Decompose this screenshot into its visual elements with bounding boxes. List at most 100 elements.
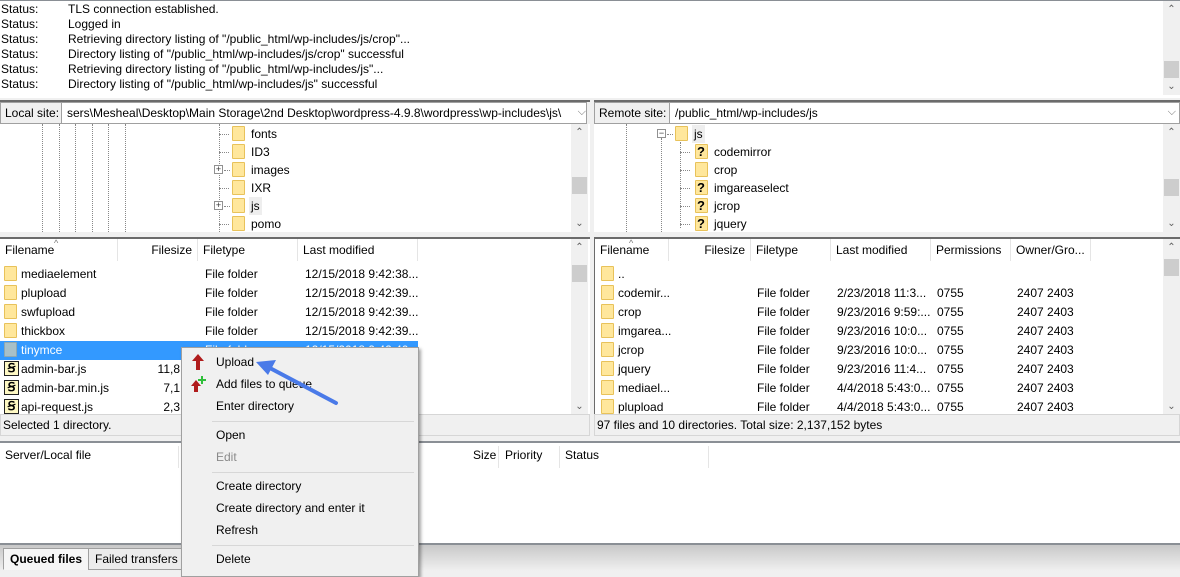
menu-item-upload[interactable]: Upload	[216, 351, 254, 373]
column-header-filesize[interactable]: Filesize	[118, 239, 198, 261]
folder-icon	[4, 304, 17, 319]
tree-node[interactable]: IXR	[219, 179, 339, 197]
file-row[interactable]: codemir... File folder 2/23/2018 11:3... 07…	[595, 284, 1163, 303]
menu-item-refresh[interactable]: Refresh	[216, 519, 258, 541]
scroll-up-icon[interactable]: ⌃	[571, 124, 588, 141]
message-log: Status: TLS connection established. Statu…	[0, 0, 1180, 98]
column-header-filename[interactable]: Filename ^	[0, 239, 118, 261]
local-path-input[interactable]: sers\Mesheal\Desktop\Main Storage\2nd De…	[61, 102, 587, 124]
menu-item-enter-directory[interactable]: Enter directory	[216, 395, 294, 417]
cell-perms: 0755	[937, 324, 964, 338]
tree-node[interactable]: imgareaselect	[680, 179, 830, 197]
tree-node[interactable]: + images	[214, 161, 334, 179]
tree-node[interactable]: ID3	[219, 143, 339, 161]
file-row[interactable]: ..	[595, 265, 1163, 284]
cell-type: File folder	[757, 362, 810, 376]
column-header-last-modified[interactable]: Last modified	[831, 239, 931, 261]
file-row[interactable]: crop File folder 9/23/2016 9:59:... 0755 240…	[595, 303, 1163, 322]
tree-node[interactable]: jquery	[680, 215, 830, 232]
file-row[interactable]: jquery File folder 9/23/2016 11:4... 0755 24…	[595, 360, 1163, 379]
column-header-permissions[interactable]: Permissions	[931, 239, 1011, 261]
scroll-down-icon[interactable]: ⌄	[1163, 215, 1180, 232]
tree-node-selected[interactable]: − js	[657, 125, 717, 143]
remote-tree-scrollbar[interactable]: ⌃ ⌄	[1163, 124, 1180, 232]
tree-node[interactable]: crop	[680, 161, 830, 179]
tree-node-selected[interactable]: + js	[214, 197, 334, 215]
cell-name: admin-bar.min.js	[21, 381, 110, 395]
tab-failed-transfers[interactable]: Failed transfers	[88, 548, 185, 570]
column-header-size[interactable]: Size	[473, 443, 496, 467]
remote-status-bar: 97 files and 10 directories. Total size:…	[594, 414, 1180, 436]
scroll-thumb[interactable]	[572, 177, 587, 194]
cell-perms: 0755	[937, 381, 964, 395]
tree-node[interactable]: fonts	[219, 125, 339, 143]
column-header-last-modified[interactable]: Last modified	[298, 239, 418, 261]
folder-icon	[4, 266, 17, 281]
column-header-filetype[interactable]: Filetype	[751, 239, 831, 261]
file-row[interactable]: imgarea... File folder 9/23/2016 10:0... 07…	[595, 322, 1163, 341]
tab-queued-files[interactable]: Queued files	[3, 548, 90, 570]
file-row[interactable]: mediael... File folder 4/4/2018 5:43:0... 0…	[595, 379, 1163, 398]
cell-type: File folder	[205, 286, 258, 300]
chevron-down-icon[interactable]: ⌵	[578, 102, 586, 122]
local-tree-scrollbar[interactable]: ⌃ ⌄	[571, 124, 588, 232]
log-scrollbar[interactable]: ⌃ ⌄	[1163, 1, 1180, 95]
remote-list-scrollbar[interactable]: ⌃ ⌄	[1163, 239, 1180, 415]
scroll-down-icon[interactable]: ⌄	[1163, 398, 1180, 415]
scroll-up-icon[interactable]: ⌃	[1163, 239, 1180, 256]
cell-owner: 2407 2403	[1017, 343, 1074, 357]
column-header-priority[interactable]: Priority	[505, 443, 542, 467]
context-menu: Upload Add files to queue Enter director…	[181, 347, 419, 577]
scroll-thumb[interactable]	[572, 265, 587, 282]
file-row[interactable]: plupload File folder 4/4/2018 5:43:0... 075…	[595, 398, 1163, 415]
scroll-thumb[interactable]	[1164, 61, 1179, 78]
column-header-filetype[interactable]: Filetype	[198, 239, 298, 261]
expand-icon[interactable]: +	[214, 201, 223, 210]
column-header-status[interactable]: Status	[565, 443, 599, 467]
scroll-up-icon[interactable]: ⌃	[1163, 124, 1180, 141]
local-site-label: Local site:	[0, 102, 65, 124]
file-row[interactable]: jcrop File folder 9/23/2016 10:0... 0755 240…	[595, 341, 1163, 360]
column-header-filename[interactable]: Filename ^	[595, 239, 669, 261]
cell-type: File folder	[205, 267, 258, 281]
local-list-scrollbar[interactable]: ⌃ ⌄	[571, 239, 588, 415]
folder-icon	[601, 285, 614, 300]
scroll-down-icon[interactable]: ⌄	[571, 215, 588, 232]
chevron-down-icon[interactable]: ⌵	[1168, 102, 1176, 122]
transfer-queue[interactable]: Server/Local file Size Priority Status	[0, 441, 1180, 545]
menu-item-create-directory-and-enter[interactable]: Create directory and enter it	[216, 497, 365, 519]
collapse-icon[interactable]: −	[657, 129, 666, 138]
scroll-up-icon[interactable]: ⌃	[571, 239, 588, 256]
folder-icon	[601, 399, 614, 414]
scroll-down-icon[interactable]: ⌄	[1163, 78, 1180, 95]
column-header-owner-group[interactable]: Owner/Gro...	[1011, 239, 1091, 261]
file-row[interactable]: plupload File folder 12/15/2018 9:42:39...	[0, 284, 571, 303]
folder-icon	[601, 342, 614, 357]
scroll-up-icon[interactable]: ⌃	[1163, 1, 1180, 18]
tree-node[interactable]: jcrop	[680, 197, 830, 215]
local-directory-tree[interactable]: fonts ID3 + images IXR + js pomo ⌃ ⌄	[0, 124, 590, 232]
menu-item-create-directory[interactable]: Create directory	[216, 475, 301, 497]
menu-item-edit: Edit	[216, 450, 237, 464]
remote-file-list[interactable]: Filename ^ Filesize Filetype Last modifie…	[594, 237, 1180, 415]
column-header-server-local-file[interactable]: Server/Local file	[5, 443, 91, 467]
folder-icon	[675, 126, 688, 141]
column-header-filesize[interactable]: Filesize	[669, 239, 751, 261]
cell-type: File folder	[757, 400, 810, 414]
menu-item-add-files-to-queue[interactable]: Add files to queue	[216, 373, 312, 395]
tree-node[interactable]: codemirror	[680, 143, 830, 161]
cell-name: jcrop	[618, 343, 645, 357]
scroll-thumb[interactable]	[1164, 259, 1179, 276]
tree-node[interactable]: pomo	[219, 215, 339, 232]
remote-path-input[interactable]: /public_html/wp-includes/js	[669, 102, 1180, 124]
menu-item-delete[interactable]: Delete	[216, 548, 251, 570]
scroll-down-icon[interactable]: ⌄	[571, 398, 588, 415]
file-row[interactable]: thickbox File folder 12/15/2018 9:42:39...	[0, 322, 571, 341]
expand-icon[interactable]: +	[214, 165, 223, 174]
menu-item-open[interactable]: Open	[216, 424, 245, 446]
scroll-thumb[interactable]	[1164, 179, 1179, 196]
file-row[interactable]: mediaelement File folder 12/15/2018 9:42:3…	[0, 265, 571, 284]
file-row[interactable]: swfupload File folder 12/15/2018 9:42:39..…	[0, 303, 571, 322]
remote-directory-tree[interactable]: − js codemirror crop imgareaselect jcrop…	[594, 124, 1180, 232]
js-file-icon: Ꞩ	[4, 380, 19, 395]
